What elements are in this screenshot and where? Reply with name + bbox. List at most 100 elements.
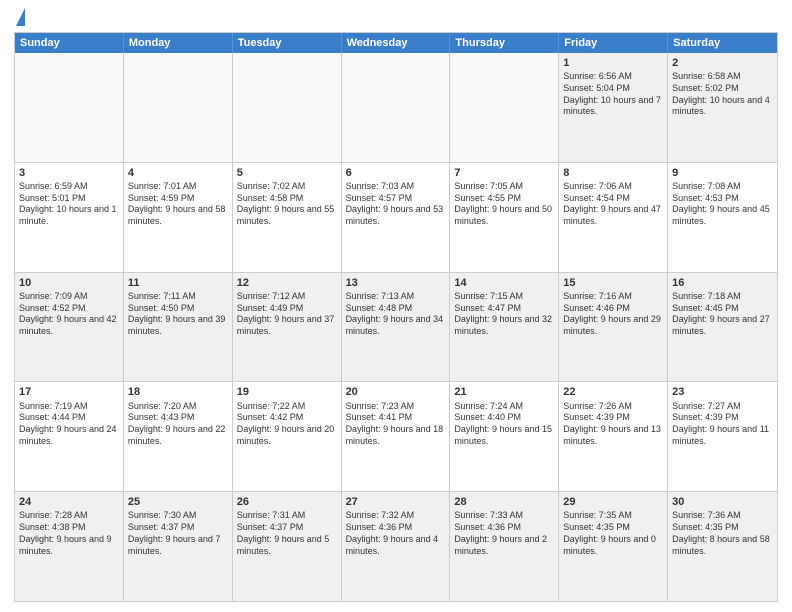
calendar-cell-3-3: 20 Sunrise: 7:23 AM Sunset: 4:41 PM Dayli…: [342, 382, 451, 491]
day-info: Sunrise: 7:33 AM Sunset: 4:36 PM Dayligh…: [454, 510, 547, 555]
day-info: Sunrise: 7:26 AM Sunset: 4:39 PM Dayligh…: [563, 401, 661, 446]
header: [14, 10, 778, 26]
day-number: 15: [563, 276, 663, 290]
day-number: 16: [672, 276, 773, 290]
day-number: 6: [346, 166, 446, 180]
calendar-header-saturday: Saturday: [668, 33, 777, 53]
day-info: Sunrise: 7:31 AM Sunset: 4:37 PM Dayligh…: [237, 510, 330, 555]
day-info: Sunrise: 7:01 AM Sunset: 4:59 PM Dayligh…: [128, 181, 226, 226]
day-info: Sunrise: 7:20 AM Sunset: 4:43 PM Dayligh…: [128, 401, 226, 446]
day-number: 28: [454, 495, 554, 509]
day-info: Sunrise: 7:24 AM Sunset: 4:40 PM Dayligh…: [454, 401, 552, 446]
day-number: 4: [128, 166, 228, 180]
logo-triangle-icon: [16, 8, 25, 26]
calendar-header-thursday: Thursday: [450, 33, 559, 53]
calendar-cell-4-2: 26Sunrise: 7:31 AM Sunset: 4:37 PM Dayli…: [233, 492, 342, 601]
calendar-cell-0-6: 2Sunrise: 6:58 AM Sunset: 5:02 PM Daylig…: [668, 53, 777, 162]
calendar-cell-0-2: [233, 53, 342, 162]
logo: [14, 10, 25, 26]
day-info: Sunrise: 7:35 AM Sunset: 4:35 PM Dayligh…: [563, 510, 656, 555]
calendar-cell-2-5: 15Sunrise: 7:16 AM Sunset: 4:46 PM Dayli…: [559, 273, 668, 382]
calendar-cell-3-6: 23 Sunrise: 7:27 AM Sunset: 4:39 PM Dayli…: [668, 382, 777, 491]
calendar-cell-4-1: 25Sunrise: 7:30 AM Sunset: 4:37 PM Dayli…: [124, 492, 233, 601]
day-info: Sunrise: 7:27 AM Sunset: 4:39 PM Dayligh…: [672, 401, 769, 446]
calendar-cell-0-3: [342, 53, 451, 162]
calendar-cell-4-5: 29Sunrise: 7:35 AM Sunset: 4:35 PM Dayli…: [559, 492, 668, 601]
day-number: 9: [672, 166, 773, 180]
day-info: Sunrise: 7:02 AM Sunset: 4:58 PM Dayligh…: [237, 181, 335, 226]
page: SundayMondayTuesdayWednesdayThursdayFrid…: [0, 0, 792, 612]
day-info: Sunrise: 7:32 AM Sunset: 4:36 PM Dayligh…: [346, 510, 439, 555]
day-info: Sunrise: 7:19 AM Sunset: 4:44 PM Dayligh…: [19, 401, 117, 446]
calendar-cell-2-1: 11Sunrise: 7:11 AM Sunset: 4:50 PM Dayli…: [124, 273, 233, 382]
calendar-cell-2-2: 12Sunrise: 7:12 AM Sunset: 4:49 PM Dayli…: [233, 273, 342, 382]
calendar-cell-0-5: 1Sunrise: 6:56 AM Sunset: 5:04 PM Daylig…: [559, 53, 668, 162]
day-info: Sunrise: 7:36 AM Sunset: 4:35 PM Dayligh…: [672, 510, 770, 555]
day-info: Sunrise: 7:22 AM Sunset: 4:42 PM Dayligh…: [237, 401, 335, 446]
calendar-row-3: 17 Sunrise: 7:19 AM Sunset: 4:44 PM Dayli…: [15, 382, 777, 492]
calendar-cell-1-3: 6Sunrise: 7:03 AM Sunset: 4:57 PM Daylig…: [342, 163, 451, 272]
day-info: Sunrise: 7:16 AM Sunset: 4:46 PM Dayligh…: [563, 291, 661, 336]
calendar-cell-4-6: 30Sunrise: 7:36 AM Sunset: 4:35 PM Dayli…: [668, 492, 777, 601]
calendar-cell-2-3: 13Sunrise: 7:13 AM Sunset: 4:48 PM Dayli…: [342, 273, 451, 382]
calendar-cell-1-2: 5Sunrise: 7:02 AM Sunset: 4:58 PM Daylig…: [233, 163, 342, 272]
day-info: Sunrise: 6:58 AM Sunset: 5:02 PM Dayligh…: [672, 71, 770, 116]
calendar-header-sunday: Sunday: [15, 33, 124, 53]
day-number: 23: [672, 385, 773, 399]
day-info: Sunrise: 7:15 AM Sunset: 4:47 PM Dayligh…: [454, 291, 552, 336]
calendar-cell-0-1: [124, 53, 233, 162]
day-number: 24: [19, 495, 119, 509]
day-info: Sunrise: 7:11 AM Sunset: 4:50 PM Dayligh…: [128, 291, 226, 336]
day-info: Sunrise: 7:30 AM Sunset: 4:37 PM Dayligh…: [128, 510, 221, 555]
calendar-cell-1-0: 3Sunrise: 6:59 AM Sunset: 5:01 PM Daylig…: [15, 163, 124, 272]
day-number: 13: [346, 276, 446, 290]
day-number: 3: [19, 166, 119, 180]
day-info: Sunrise: 7:28 AM Sunset: 4:38 PM Dayligh…: [19, 510, 112, 555]
calendar-cell-4-4: 28Sunrise: 7:33 AM Sunset: 4:36 PM Dayli…: [450, 492, 559, 601]
calendar-cell-2-4: 14Sunrise: 7:15 AM Sunset: 4:47 PM Dayli…: [450, 273, 559, 382]
calendar-body: 1Sunrise: 6:56 AM Sunset: 5:04 PM Daylig…: [15, 53, 777, 601]
day-number: 1: [563, 56, 663, 70]
day-number: 19: [237, 385, 337, 399]
day-number: 7: [454, 166, 554, 180]
day-info: Sunrise: 6:56 AM Sunset: 5:04 PM Dayligh…: [563, 71, 661, 116]
day-info: Sunrise: 7:05 AM Sunset: 4:55 PM Dayligh…: [454, 181, 552, 226]
day-info: Sunrise: 7:23 AM Sunset: 4:41 PM Dayligh…: [346, 401, 444, 446]
day-info: Sunrise: 7:03 AM Sunset: 4:57 PM Dayligh…: [346, 181, 444, 226]
day-info: Sunrise: 6:59 AM Sunset: 5:01 PM Dayligh…: [19, 181, 117, 226]
calendar: SundayMondayTuesdayWednesdayThursdayFrid…: [14, 32, 778, 602]
calendar-row-0: 1Sunrise: 6:56 AM Sunset: 5:04 PM Daylig…: [15, 53, 777, 163]
day-number: 17: [19, 385, 119, 399]
calendar-row-1: 3Sunrise: 6:59 AM Sunset: 5:01 PM Daylig…: [15, 163, 777, 273]
calendar-header-friday: Friday: [559, 33, 668, 53]
day-number: 14: [454, 276, 554, 290]
day-number: 29: [563, 495, 663, 509]
day-number: 20: [346, 385, 446, 399]
calendar-cell-1-6: 9Sunrise: 7:08 AM Sunset: 4:53 PM Daylig…: [668, 163, 777, 272]
day-number: 10: [19, 276, 119, 290]
calendar-cell-1-1: 4Sunrise: 7:01 AM Sunset: 4:59 PM Daylig…: [124, 163, 233, 272]
day-number: 8: [563, 166, 663, 180]
calendar-header-monday: Monday: [124, 33, 233, 53]
day-number: 18: [128, 385, 228, 399]
day-info: Sunrise: 7:06 AM Sunset: 4:54 PM Dayligh…: [563, 181, 661, 226]
day-info: Sunrise: 7:18 AM Sunset: 4:45 PM Dayligh…: [672, 291, 770, 336]
day-info: Sunrise: 7:09 AM Sunset: 4:52 PM Dayligh…: [19, 291, 117, 336]
calendar-header: SundayMondayTuesdayWednesdayThursdayFrid…: [15, 33, 777, 53]
calendar-cell-3-1: 18 Sunrise: 7:20 AM Sunset: 4:43 PM Dayli…: [124, 382, 233, 491]
day-number: 12: [237, 276, 337, 290]
day-number: 2: [672, 56, 773, 70]
calendar-cell-0-0: [15, 53, 124, 162]
calendar-cell-4-3: 27Sunrise: 7:32 AM Sunset: 4:36 PM Dayli…: [342, 492, 451, 601]
calendar-cell-3-4: 21Sunrise: 7:24 AM Sunset: 4:40 PM Dayli…: [450, 382, 559, 491]
day-number: 22: [563, 385, 663, 399]
calendar-cell-3-0: 17 Sunrise: 7:19 AM Sunset: 4:44 PM Dayli…: [15, 382, 124, 491]
calendar-cell-1-4: 7Sunrise: 7:05 AM Sunset: 4:55 PM Daylig…: [450, 163, 559, 272]
day-number: 5: [237, 166, 337, 180]
calendar-row-4: 24Sunrise: 7:28 AM Sunset: 4:38 PM Dayli…: [15, 492, 777, 601]
calendar-cell-3-2: 19 Sunrise: 7:22 AM Sunset: 4:42 PM Dayli…: [233, 382, 342, 491]
calendar-cell-4-0: 24Sunrise: 7:28 AM Sunset: 4:38 PM Dayli…: [15, 492, 124, 601]
calendar-cell-2-6: 16Sunrise: 7:18 AM Sunset: 4:45 PM Dayli…: [668, 273, 777, 382]
calendar-cell-1-5: 8Sunrise: 7:06 AM Sunset: 4:54 PM Daylig…: [559, 163, 668, 272]
calendar-cell-3-5: 22 Sunrise: 7:26 AM Sunset: 4:39 PM Dayli…: [559, 382, 668, 491]
